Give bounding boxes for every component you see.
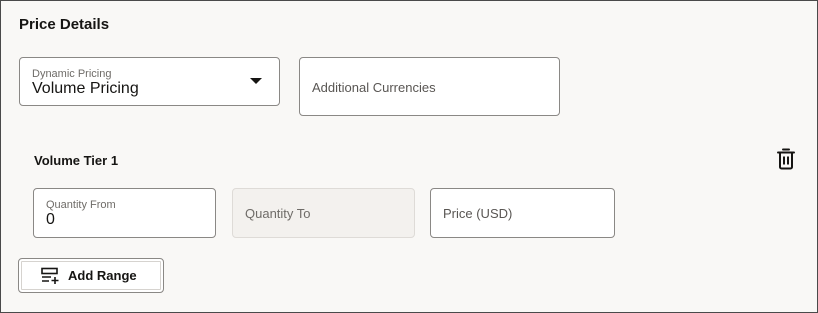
dynamic-pricing-label: Dynamic Pricing bbox=[32, 68, 112, 80]
volume-tier-title: Volume Tier 1 bbox=[34, 153, 119, 168]
quantity-to-label: Quantity To bbox=[245, 206, 311, 221]
price-details-panel: Price Details Dynamic Pricing Volume Pri… bbox=[0, 0, 818, 313]
price-usd-input[interactable]: Price (USD) bbox=[430, 188, 615, 238]
trash-icon[interactable] bbox=[776, 148, 796, 170]
quantity-from-value: 0 bbox=[46, 211, 55, 228]
caret-down-icon bbox=[250, 78, 262, 84]
additional-currencies-label: Additional Currencies bbox=[312, 80, 436, 95]
add-range-label: Add Range bbox=[68, 268, 137, 283]
add-range-button[interactable]: Add Range bbox=[18, 258, 164, 293]
dynamic-pricing-select[interactable]: Dynamic Pricing Volume Pricing bbox=[19, 57, 280, 106]
section-title: Price Details bbox=[19, 16, 110, 33]
price-usd-label: Price (USD) bbox=[443, 206, 513, 221]
add-list-icon bbox=[41, 267, 59, 284]
quantity-from-label: Quantity From bbox=[46, 199, 116, 211]
dynamic-pricing-value: Volume Pricing bbox=[32, 80, 139, 97]
quantity-to-input[interactable]: Quantity To bbox=[232, 188, 415, 238]
quantity-from-input[interactable]: Quantity From 0 bbox=[33, 188, 216, 238]
additional-currencies-field[interactable]: Additional Currencies bbox=[299, 57, 560, 116]
